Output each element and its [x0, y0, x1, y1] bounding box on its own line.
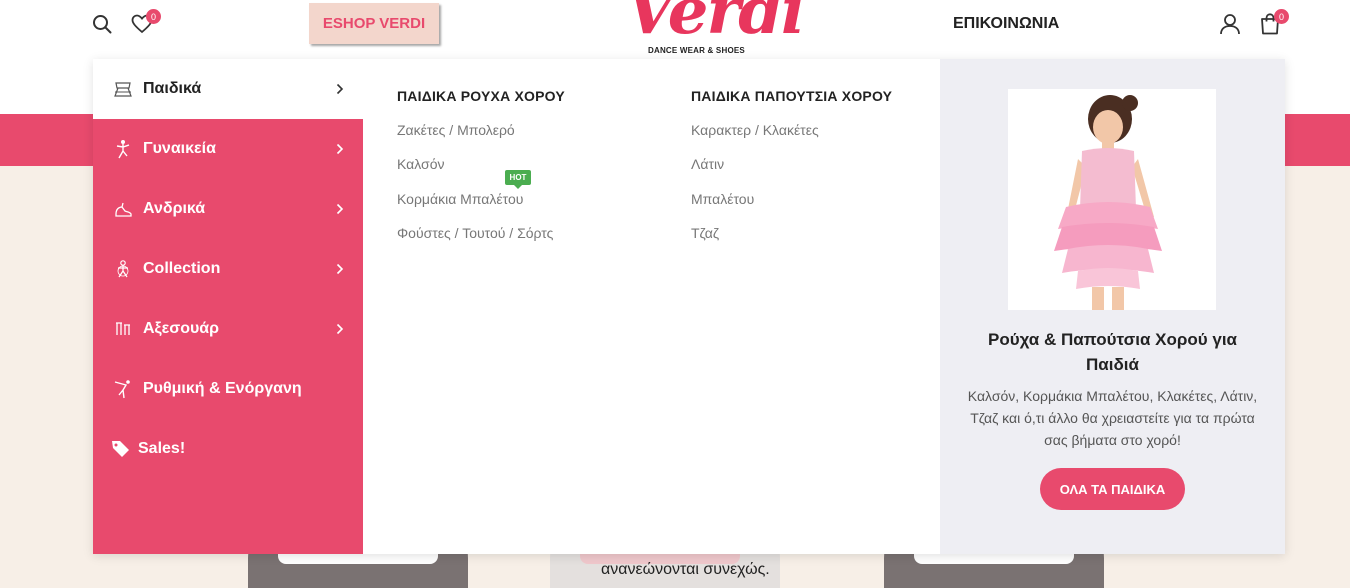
sidebar-item-women[interactable]: Γυναικεία — [93, 119, 363, 179]
column-title-kids-shoes[interactable]: ΠΑΙΔΙΚΑ ΠΑΠΟΥΤΣΙΑ ΧΟΡΟΥ — [691, 88, 892, 104]
sidebar-item-label: Ανδρικά — [143, 200, 206, 217]
chevron-right-icon — [333, 81, 347, 97]
submenu-link[interactable]: Λάτιν — [691, 156, 724, 172]
verdi-logo[interactable]: Verdi DANCE WEAR & SHOES — [620, 0, 805, 60]
sidebar-item-label: Αξεσουάρ — [143, 320, 220, 337]
sidebar-item-label: Παιδικά — [143, 80, 202, 97]
sidebar-item-sales[interactable]: Sales! — [93, 419, 363, 479]
column-title-kids-clothing[interactable]: ΠΑΙΔΙΚΑ ΡΟΥΧΑ ΧΟΡΟΥ — [397, 88, 565, 104]
chevron-right-icon — [333, 321, 347, 337]
sidebar-item-kids[interactable]: Παιδικά — [93, 59, 363, 119]
wishlist-count-badge: 0 — [146, 9, 161, 24]
sidebar-item-collection[interactable]: Collection — [93, 239, 363, 299]
background-text: ανανεώνονται συνεχώς. — [601, 561, 770, 578]
accessories-icon — [113, 319, 133, 339]
tag-icon — [111, 439, 131, 459]
submenu-link[interactable]: Καρακτερ / Κλακέτες — [691, 122, 819, 138]
all-kids-button[interactable]: ΟΛΑ ΤΑ ΠΑΙΔΙΚΑ — [1040, 468, 1185, 510]
kids-dress-icon — [113, 79, 133, 99]
cart-count-badge: 0 — [1274, 9, 1289, 24]
submenu-link[interactable]: Καλσόν — [397, 156, 444, 172]
logo-tagline: DANCE WEAR & SHOES — [648, 46, 745, 55]
sidebar-item-accessories[interactable]: Αξεσουάρ — [93, 299, 363, 359]
logo-wordmark: Verdi — [626, 0, 805, 49]
sidebar-item-label: Collection — [143, 260, 221, 277]
category-sidebar: Παιδικά Γυναικεία Ανδρικά Collection Αξε… — [93, 59, 363, 554]
mega-menu: Παιδικά Γυναικεία Ανδρικά Collection Αξε… — [93, 59, 1285, 554]
eshop-button[interactable]: ESHOP VERDI — [309, 3, 439, 44]
submenu-link[interactable]: Ζακέτες / Μπολερό — [397, 122, 515, 138]
promo-panel: Ρούχα & Παπούτσια Χορού για Παιδιά Καλσό… — [940, 59, 1285, 554]
female-dancer-icon — [113, 139, 133, 159]
hot-badge: HOT — [505, 170, 531, 189]
contact-link[interactable]: ΕΠΙΚΟΙΝΩΝΙΑ — [953, 15, 1059, 33]
submenu-link[interactable]: Τζαζ — [691, 225, 719, 241]
chevron-right-icon — [333, 261, 347, 277]
account-user-icon[interactable] — [1218, 12, 1242, 36]
search-icon[interactable] — [91, 13, 113, 35]
collection-icon — [113, 259, 133, 279]
submenu-link[interactable]: Κορμάκια Μπαλέτου — [397, 191, 523, 207]
promo-description: Καλσόν, Κορμάκια Μπαλέτου, Κλακέτες, Λάτ… — [967, 388, 1258, 448]
chevron-right-icon — [333, 141, 347, 157]
submenu-link[interactable]: Φούστες / Τουτού / Σόρτς — [397, 225, 553, 241]
sidebar-item-rhythmic-gymnastics[interactable]: Ρυθμική & Ενόργανη — [93, 359, 363, 419]
kids-dancer-photo[interactable] — [1008, 89, 1216, 310]
chevron-right-icon — [333, 201, 347, 217]
dance-shoe-icon — [113, 199, 133, 219]
sidebar-item-label: Γυναικεία — [143, 140, 216, 157]
submenu-link[interactable]: Μπαλέτου — [691, 191, 754, 207]
gymnast-icon — [113, 379, 133, 399]
promo-title: Ρούχα & Παπούτσια Χορού για Παιδιά — [987, 330, 1238, 374]
sidebar-item-label: Ρυθμική & Ενόργανη — [143, 380, 302, 397]
sidebar-item-men[interactable]: Ανδρικά — [93, 179, 363, 239]
sidebar-item-label: Sales! — [138, 440, 186, 457]
